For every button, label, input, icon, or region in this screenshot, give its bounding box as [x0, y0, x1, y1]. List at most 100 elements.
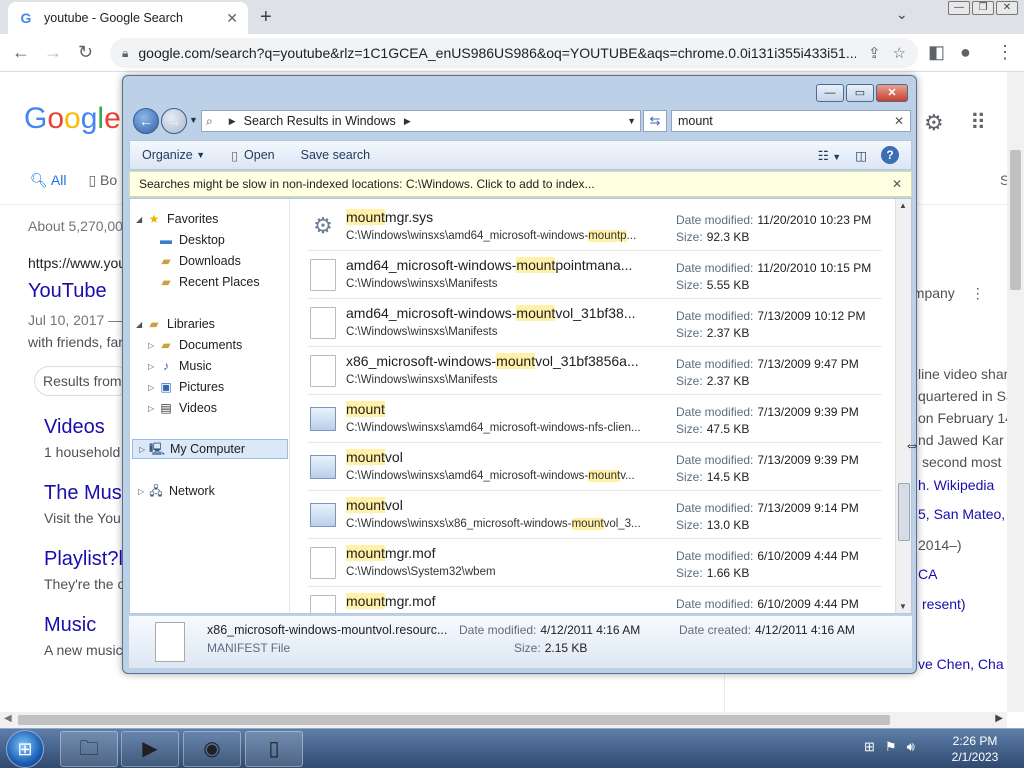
- chevron-down-icon[interactable]: ⌄: [896, 6, 908, 23]
- side-panel-icon[interactable]: ◧: [928, 42, 945, 63]
- scroll-thumb[interactable]: [898, 483, 910, 541]
- open-button[interactable]: ▯ Open: [231, 148, 274, 163]
- results-from-chip[interactable]: Results from: [34, 366, 131, 396]
- search-result-row[interactable]: mountvol C:\Windows\winsxs\amd64_microsof…: [308, 443, 882, 491]
- address-bar[interactable]: 🔒︎ google.com/search?q=youtube&rlz=1C1GC…: [110, 38, 918, 68]
- search-result-row[interactable]: mountvol C:\Windows\winsxs\x86_microsoft-…: [308, 491, 882, 539]
- history-dropdown-icon[interactable]: ▼: [189, 115, 198, 125]
- scroll-thumb[interactable]: [18, 715, 890, 725]
- result-title[interactable]: YouTube: [28, 280, 107, 303]
- scroll-down-icon[interactable]: ▼: [899, 602, 907, 611]
- tab-books[interactable]: ▯ Bo: [88, 172, 117, 189]
- nav-my-computer[interactable]: ▷ 🖳︎ My Computer: [132, 439, 288, 459]
- close-tab-icon[interactable]: ✕: [226, 10, 238, 27]
- nav-recent-places[interactable]: ▰ Recent Places: [158, 272, 259, 292]
- nav-pictures[interactable]: ▷ ▣ Pictures: [148, 377, 224, 397]
- file-taskbar-icon[interactable]: ▯: [245, 731, 303, 767]
- search-input-value[interactable]: mount: [678, 114, 713, 128]
- media-player-taskbar-icon[interactable]: ▶: [121, 731, 179, 767]
- nav-favorites[interactable]: ◢ ★ Favorites: [136, 209, 218, 229]
- menu-kebab-icon[interactable]: ⋮: [996, 42, 1014, 63]
- browser-toolbar: ← → ↻ 🔒︎ google.com/search?q=youtube&rlz…: [0, 34, 1024, 72]
- minimize-button[interactable]: —: [948, 1, 970, 15]
- preview-pane-icon[interactable]: ◫: [855, 148, 867, 163]
- back-icon[interactable]: ←: [12, 42, 30, 63]
- browser-tab[interactable]: G youtube - Google Search ✕: [8, 2, 248, 34]
- organize-button[interactable]: Organize ▼: [142, 148, 205, 162]
- search-result-row[interactable]: ⚙ mountmgr.sys C:\Windows\winsxs\amd64_mic…: [308, 203, 882, 251]
- search-result-row[interactable]: x86_microsoft-windows-mountvol_31bf3856a…: [308, 347, 882, 395]
- help-icon[interactable]: ?: [881, 146, 899, 164]
- nav-desktop[interactable]: ▬ Desktop: [158, 230, 225, 250]
- forward-icon[interactable]: →: [44, 42, 62, 63]
- chrome-taskbar-icon[interactable]: ◉: [183, 731, 241, 767]
- kp-line[interactable]: resent): [922, 596, 966, 612]
- page-vertical-scrollbar[interactable]: [1007, 72, 1024, 712]
- scroll-left-icon[interactable]: ◀: [4, 713, 12, 724]
- chevron-right-icon[interactable]: ▶: [404, 116, 411, 127]
- apps-grid-icon[interactable]: ⠿: [970, 110, 986, 136]
- explorer-taskbar-icon[interactable]: 🗀︎: [60, 731, 118, 767]
- sitelink-music[interactable]: The Mus: [44, 482, 122, 505]
- explorer-maximize-button[interactable]: ▭: [846, 84, 874, 102]
- back-arrow-icon[interactable]: ←: [133, 108, 159, 134]
- nav-libraries[interactable]: ◢ ▰ Libraries: [136, 314, 215, 334]
- nav-videos[interactable]: ▷ ▤ Videos: [148, 398, 217, 418]
- refresh-icon[interactable]: ⇆: [643, 110, 667, 132]
- kp-line[interactable]: ve Chen, Cha: [918, 656, 1004, 672]
- explorer-address-bar[interactable]: ⌕ ▶ Search Results in Windows ▶ ▼: [201, 110, 641, 132]
- reload-icon[interactable]: ↻: [78, 42, 93, 63]
- nav-downloads[interactable]: ▰ Downloads: [158, 251, 240, 271]
- collapse-icon: ◢: [136, 319, 143, 329]
- view-options-icon[interactable]: ☷ ▼: [818, 148, 842, 163]
- start-button[interactable]: ⊞: [6, 730, 44, 768]
- scroll-right-icon[interactable]: ▶: [995, 713, 1003, 724]
- nav-music[interactable]: ▷ ♪ Music: [148, 356, 212, 376]
- search-result-row[interactable]: mount C:\Windows\winsxs\amd64_microsoft-w…: [308, 395, 882, 443]
- share-icon[interactable]: ⇪: [868, 44, 881, 62]
- network-tray-icon[interactable]: ⊞: [864, 739, 875, 755]
- search-result-row[interactable]: mountmgr.mof Date modified: 6/10/2009 4:44…: [308, 587, 882, 613]
- nav-documents[interactable]: ▷ ▰ Documents: [148, 335, 242, 355]
- new-tab-icon[interactable]: +: [260, 6, 272, 29]
- scroll-thumb[interactable]: [1010, 150, 1021, 290]
- scroll-up-icon[interactable]: ▲: [899, 201, 907, 210]
- close-info-icon[interactable]: ✕: [892, 177, 902, 191]
- kp-line: second most: [922, 454, 1002, 470]
- sitelink-music2[interactable]: Music: [44, 614, 96, 637]
- page-horizontal-scrollbar[interactable]: ◀ ▶: [0, 712, 1007, 728]
- action-center-icon[interactable]: ⚑: [885, 739, 897, 755]
- kp-wikipedia-link[interactable]: h. Wikipedia: [918, 477, 994, 493]
- sitelink-videos[interactable]: Videos: [44, 416, 105, 439]
- index-info-bar[interactable]: Searches might be slow in non-indexed lo…: [129, 171, 912, 197]
- tab-all[interactable]: 🔍︎ All: [30, 172, 66, 189]
- google-logo[interactable]: Google: [24, 102, 121, 136]
- kp-line[interactable]: 5, San Mateo,: [918, 506, 1005, 522]
- sitelink-playlist[interactable]: Playlist?l: [44, 548, 123, 571]
- address-dropdown-icon[interactable]: ▼: [627, 116, 636, 126]
- kp-line[interactable]: CA: [918, 566, 937, 582]
- bookmark-star-icon[interactable]: ☆: [893, 44, 906, 62]
- explorer-search-box[interactable]: mount ✕: [671, 110, 911, 132]
- forward-arrow-icon[interactable]: →: [161, 108, 187, 134]
- close-button[interactable]: ✕: [996, 1, 1018, 15]
- restore-button[interactable]: ❐: [972, 1, 994, 15]
- profile-icon[interactable]: ●: [960, 42, 971, 63]
- save-search-button[interactable]: Save search: [301, 148, 370, 162]
- settings-gear-icon[interactable]: ⚙: [924, 110, 944, 136]
- search-result-row[interactable]: amd64_microsoft-windows-mountvol_31bf38.…: [308, 299, 882, 347]
- clock[interactable]: 2:26 PM 2/1/2023: [940, 733, 1010, 765]
- volume-icon[interactable]: 🔊︎: [907, 739, 915, 755]
- search-result-row[interactable]: amd64_microsoft-windows-mountpointmana..…: [308, 251, 882, 299]
- explorer-close-button[interactable]: ✕: [876, 84, 908, 102]
- document-icon: [310, 595, 336, 613]
- clear-search-icon[interactable]: ✕: [894, 114, 904, 128]
- results-scrollbar[interactable]: ▲ ▼: [895, 199, 911, 613]
- breadcrumb[interactable]: Search Results in Windows: [244, 114, 396, 128]
- expand-icon: ▷: [148, 382, 155, 392]
- nav-network[interactable]: ▷ 🖧︎ Network: [138, 481, 215, 501]
- explorer-minimize-button[interactable]: —: [816, 84, 844, 102]
- result-url[interactable]: https://www.you: [28, 255, 126, 271]
- details-date-created: Date created: 4/12/2011 4:16 AM: [679, 623, 855, 637]
- search-result-row[interactable]: mountmgr.mof C:\Windows\System32\wbem Date…: [308, 539, 882, 587]
